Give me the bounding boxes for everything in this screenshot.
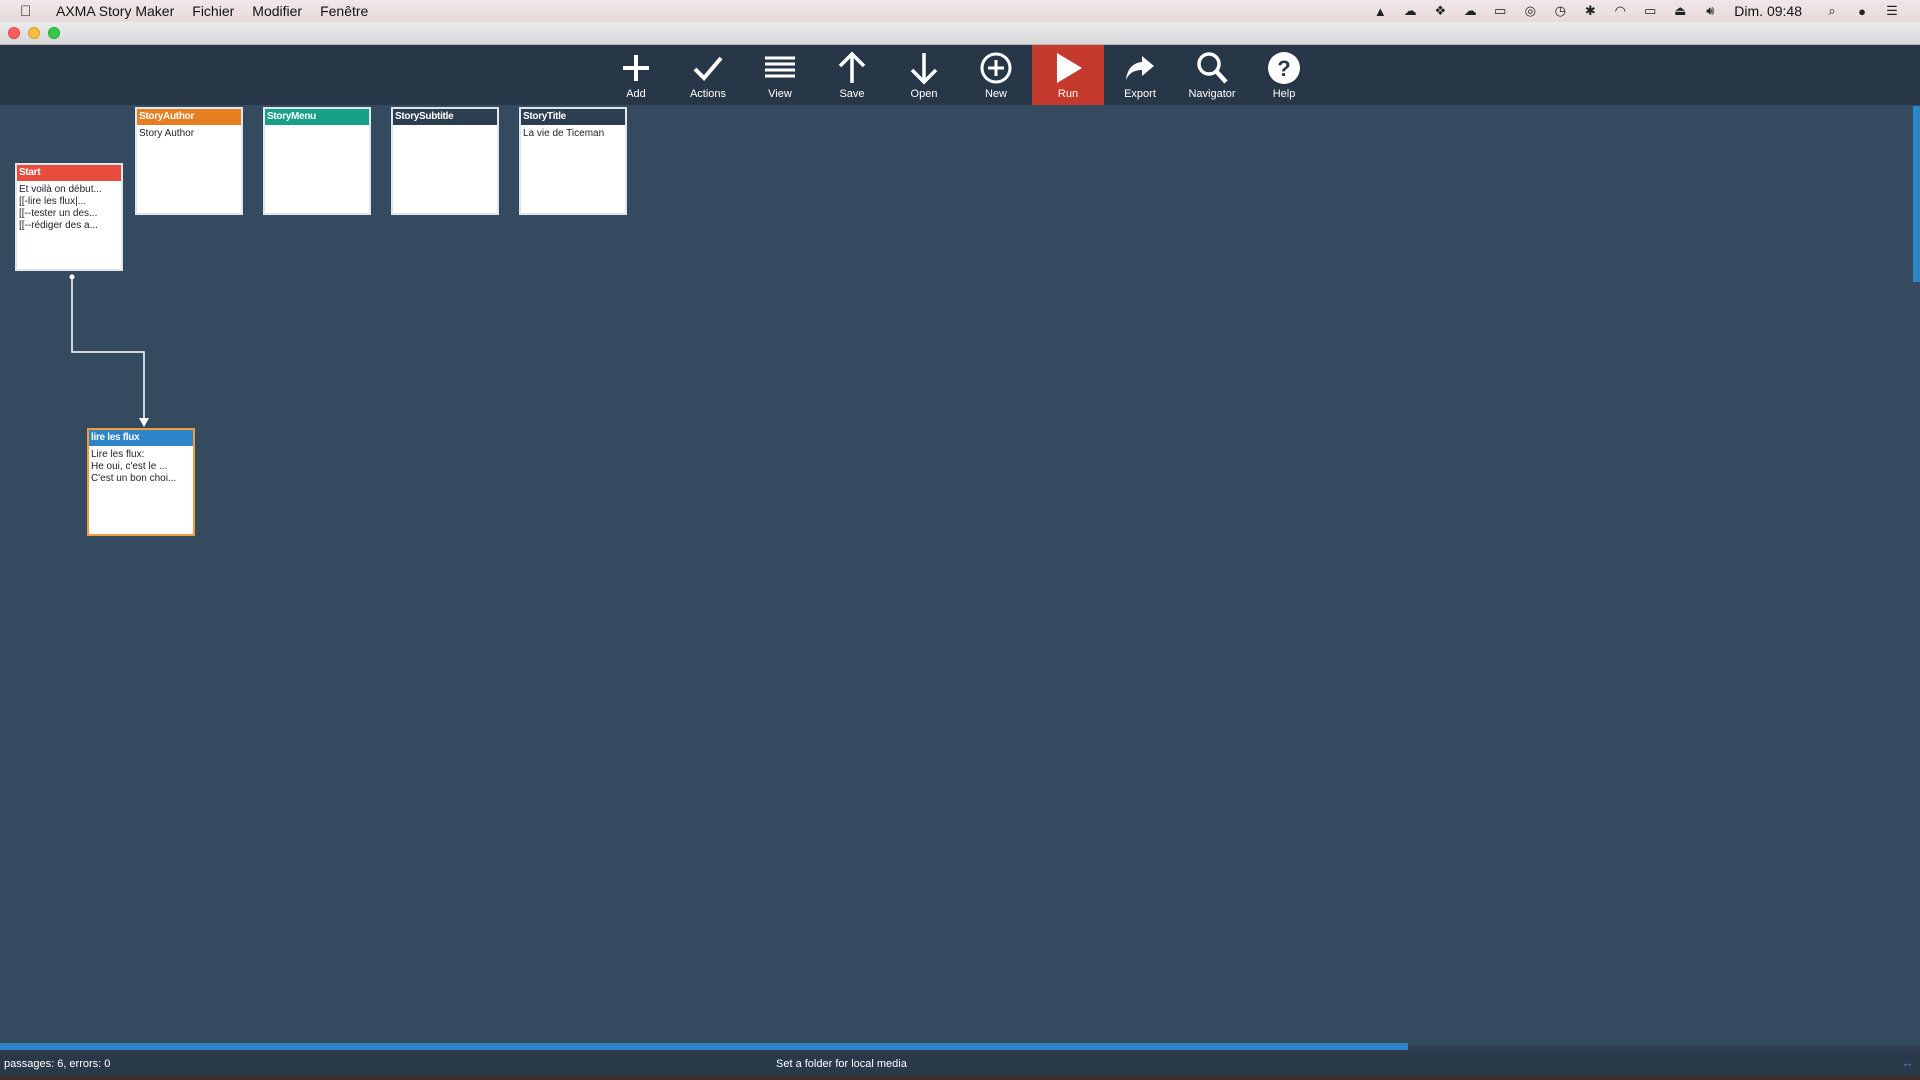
question-icon: ? — [1268, 52, 1300, 84]
passage-lire-les-flux[interactable]: lire les flux Lire les flux: He oui, c'e… — [87, 428, 195, 536]
passage-excerpt — [393, 125, 497, 131]
menu-fenetre[interactable]: Fenêtre — [320, 3, 368, 19]
glasses-icon[interactable]: ◎ — [1520, 0, 1540, 22]
bluetooth-icon[interactable]: ✱ — [1580, 0, 1600, 22]
time-machine-icon[interactable]: ◷ — [1550, 0, 1570, 22]
arrow-down-icon — [910, 53, 938, 85]
svg-text:?: ? — [1277, 56, 1290, 81]
main-toolbar: Add Actions View Save Open New Run Expor… — [0, 45, 1920, 105]
creative-cloud-icon[interactable]: ☁ — [1460, 0, 1480, 22]
actions-label: Actions — [689, 88, 727, 100]
excerpt-line: [[--tester un des... — [19, 208, 98, 219]
list-icon — [765, 56, 795, 78]
app-menu[interactable]: AXMA Story Maker — [56, 3, 174, 19]
passage-title: StoryAuthor — [137, 109, 241, 125]
export-button[interactable]: Export — [1104, 45, 1176, 105]
dropbox-icon[interactable]: ❖ — [1430, 0, 1450, 22]
volume-icon[interactable]: 🔊︎ — [1700, 0, 1720, 22]
passage-excerpt: La vie de Ticeman — [521, 125, 625, 143]
new-button[interactable]: New — [960, 45, 1032, 105]
siri-icon[interactable]: ● — [1852, 0, 1872, 22]
passage-excerpt: Lire les flux: He oui, c'est le ... C'es… — [89, 446, 193, 488]
export-label: Export — [1124, 88, 1156, 100]
excerpt-line: Story Author — [139, 128, 195, 139]
excerpt-line: [[--rédiger des a... — [19, 220, 98, 231]
help-label: Help — [1272, 88, 1296, 100]
passage-title: Start — [17, 165, 121, 181]
maximize-window-button[interactable] — [48, 27, 60, 39]
add-button[interactable]: Add — [600, 45, 672, 105]
arrow-up-icon — [838, 51, 866, 83]
save-label: Save — [839, 88, 865, 100]
help-button[interactable]: ? Help — [1248, 45, 1320, 105]
run-label: Run — [1057, 88, 1079, 100]
save-button[interactable]: Save — [816, 45, 888, 105]
view-label: View — [768, 88, 792, 100]
excerpt-line: He oui, c'est le ... — [91, 461, 168, 472]
clock[interactable]: Dim. 09:48 — [1734, 3, 1802, 19]
new-label: New — [984, 88, 1007, 100]
excerpt-line: Et voilà on début... — [19, 184, 102, 195]
circle-plus-icon — [980, 52, 1012, 84]
status-area: ▲ ☁ ❖ ☁ ▭ ◎ ◷ ✱ ◠ ▭ ⏏ 🔊︎ Dim. 09:48 ⌕ ● … — [1360, 0, 1920, 22]
plus-icon — [623, 55, 649, 81]
passage-title: StorySubtitle — [393, 109, 497, 125]
wifi-icon[interactable]: ◠ — [1610, 0, 1630, 22]
notification-center-icon[interactable]: ☰ — [1882, 0, 1902, 22]
excerpt-line: C'est un bon choi... — [91, 473, 177, 484]
passage-story-menu[interactable]: StoryMenu — [263, 107, 371, 215]
status-bar: passages: 6, errors: 0 Set a folder for … — [0, 1052, 1920, 1076]
passage-excerpt: Story Author — [137, 125, 241, 143]
navigator-button[interactable]: Navigator — [1176, 45, 1248, 105]
spotlight-icon[interactable]: ⌕ — [1822, 0, 1842, 22]
passage-story-author[interactable]: StoryAuthor Story Author — [135, 107, 243, 215]
play-icon — [1057, 53, 1082, 83]
apple-icon[interactable]:  — [20, 3, 40, 20]
inbox-icon[interactable]: ▭ — [1490, 0, 1510, 22]
run-button[interactable]: Run — [1032, 45, 1104, 105]
open-label: Open — [910, 88, 938, 100]
passage-title: lire les flux — [89, 430, 193, 446]
passage-count: passages: 6, errors: 0 — [4, 1058, 111, 1070]
window-titlebar — [0, 22, 1920, 45]
view-button[interactable]: View — [744, 45, 816, 105]
vertical-scrollbar[interactable] — [1913, 106, 1920, 282]
close-window-button[interactable] — [8, 27, 20, 39]
actions-button[interactable]: Actions — [672, 45, 744, 105]
checkmark-icon — [693, 56, 723, 81]
excerpt-line: Lire les flux: — [91, 449, 145, 460]
drive-icon[interactable]: ▲ — [1370, 0, 1390, 22]
excerpt-line: La vie de Ticeman — [523, 128, 605, 139]
set-media-folder-link[interactable]: Set a folder for local media — [776, 1058, 907, 1070]
desktop-background — [0, 1076, 1920, 1080]
horizontal-scrollbar[interactable] — [0, 1043, 1408, 1050]
minimize-window-button[interactable] — [28, 27, 40, 39]
eject-icon[interactable]: ⏏ — [1670, 0, 1690, 22]
open-button[interactable]: Open — [888, 45, 960, 105]
system-menu-bar:  AXMA Story Maker Fichier Modifier Fenê… — [0, 0, 1920, 22]
excerpt-line: [[-lire les flux|... — [19, 196, 87, 207]
passage-start[interactable]: Start Et voilà on début... [[-lire les f… — [15, 163, 123, 271]
passage-title: StoryMenu — [265, 109, 369, 125]
passage-excerpt: Et voilà on début... [[-lire les flux|..… — [17, 181, 121, 235]
menu-modifier[interactable]: Modifier — [252, 3, 302, 19]
resize-arrows-icon[interactable]: ↔ — [1901, 1055, 1914, 1070]
cloud-icon[interactable]: ☁ — [1400, 0, 1420, 22]
navigator-label: Navigator — [1188, 88, 1236, 100]
share-arrow-icon — [1126, 56, 1154, 80]
story-canvas[interactable] — [0, 105, 1920, 1045]
add-label: Add — [626, 88, 646, 100]
passage-story-title[interactable]: StoryTitle La vie de Ticeman — [519, 107, 627, 215]
magnifier-icon — [1197, 52, 1228, 84]
passage-excerpt — [265, 125, 369, 131]
passage-title: StoryTitle — [521, 109, 625, 125]
menu-fichier[interactable]: Fichier — [192, 3, 234, 19]
airplay-icon[interactable]: ▭ — [1640, 0, 1660, 22]
passage-story-subtitle[interactable]: StorySubtitle — [391, 107, 499, 215]
